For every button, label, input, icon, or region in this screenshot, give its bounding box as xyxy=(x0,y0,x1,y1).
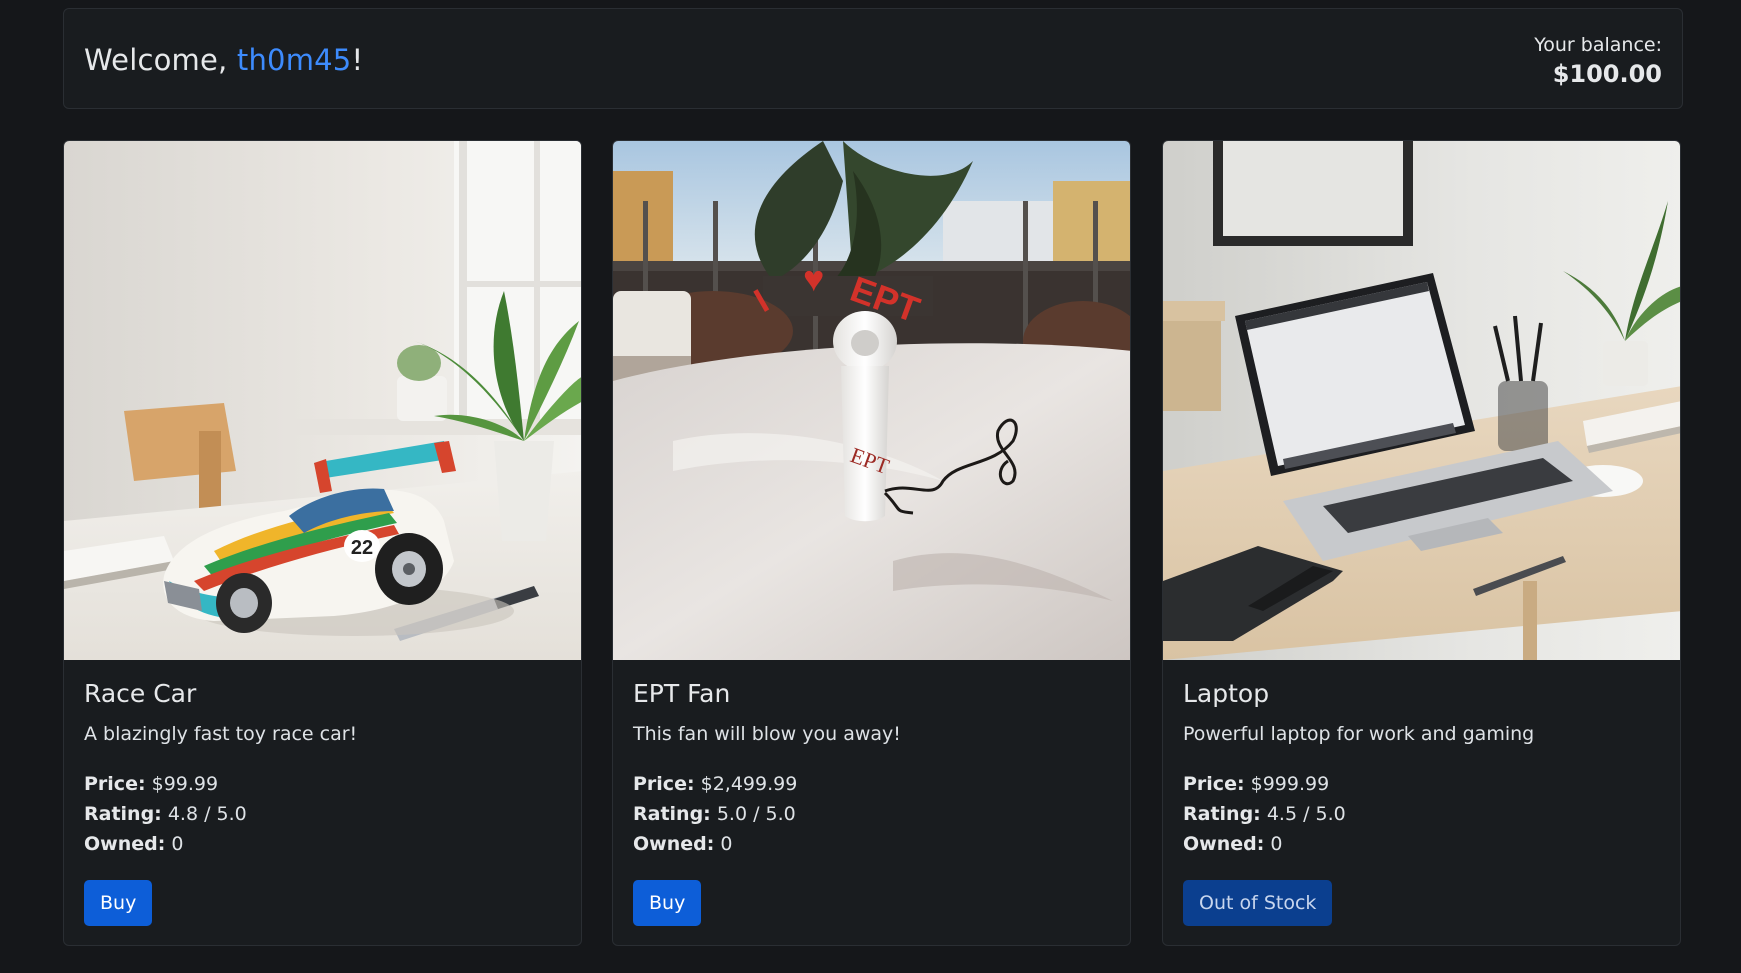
header-card: Welcome, th0m45! Your balance: $100.00 xyxy=(63,8,1683,109)
product-card-laptop: Laptop Powerful laptop for work and gami… xyxy=(1162,140,1681,946)
buy-button-ept-fan[interactable]: Buy xyxy=(633,880,702,926)
product-rating: Rating: 4.5 / 5.0 xyxy=(1183,803,1346,825)
username: th0m45 xyxy=(236,43,352,77)
rating-label: Rating: xyxy=(1183,803,1261,825)
product-description: This fan will blow you away! xyxy=(633,723,901,745)
product-price: Price: $2,499.99 xyxy=(633,773,797,795)
welcome-heading: Welcome, th0m45! xyxy=(84,43,363,77)
product-card-race-car: 22 Race Car A blazingly fast toy race ca… xyxy=(63,140,582,946)
balance-label: Your balance: xyxy=(1534,34,1662,56)
product-description: Powerful laptop for work and gaming xyxy=(1183,723,1535,745)
laptop-image xyxy=(1163,141,1680,660)
owned-value: 0 xyxy=(1270,833,1283,855)
product-owned: Owned: 0 xyxy=(633,833,732,855)
price-label: Price: xyxy=(633,773,695,795)
rating-label: Rating: xyxy=(84,803,162,825)
product-owned: Owned: 0 xyxy=(1183,833,1282,855)
welcome-suffix: ! xyxy=(351,43,364,77)
balance-block: Your balance: $100.00 xyxy=(1534,34,1662,88)
price-value: $2,499.99 xyxy=(700,773,798,795)
owned-label: Owned: xyxy=(633,833,715,855)
product-price: Price: $99.99 xyxy=(84,773,218,795)
owned-value: 0 xyxy=(171,833,184,855)
owned-label: Owned: xyxy=(84,833,166,855)
product-description: A blazingly fast toy race car! xyxy=(84,723,358,745)
price-value: $999.99 xyxy=(1250,773,1330,795)
balance-value: $100.00 xyxy=(1552,60,1662,88)
product-card-ept-fan: I ♥ EPT EPT EPT Fan This fan will blow y… xyxy=(612,140,1131,946)
product-owned: Owned: 0 xyxy=(84,833,183,855)
product-rating: Rating: 4.8 / 5.0 xyxy=(84,803,247,825)
page: Welcome, th0m45! Your balance: $100.00 2… xyxy=(0,0,1741,973)
rating-value: 4.5 / 5.0 xyxy=(1266,803,1346,825)
out-of-stock-button[interactable]: Out of Stock xyxy=(1183,880,1333,926)
product-price: Price: $999.99 xyxy=(1183,773,1329,795)
owned-label: Owned: xyxy=(1183,833,1265,855)
product-title: Laptop xyxy=(1183,679,1270,708)
svg-text:♥: ♥ xyxy=(803,258,824,299)
welcome-prefix: Welcome, xyxy=(84,43,237,77)
owned-value: 0 xyxy=(720,833,733,855)
race-car-image: 22 xyxy=(64,141,581,660)
product-title: Race Car xyxy=(84,679,197,708)
product-rating: Rating: 5.0 / 5.0 xyxy=(633,803,796,825)
car-number-text: 22 xyxy=(351,537,373,559)
rating-value: 4.8 / 5.0 xyxy=(167,803,247,825)
buy-button-race-car[interactable]: Buy xyxy=(84,880,153,926)
rating-label: Rating: xyxy=(633,803,711,825)
product-title: EPT Fan xyxy=(633,679,731,708)
price-value: $99.99 xyxy=(151,773,219,795)
price-label: Price: xyxy=(1183,773,1245,795)
price-label: Price: xyxy=(84,773,146,795)
rating-value: 5.0 / 5.0 xyxy=(716,803,796,825)
ept-fan-image: I ♥ EPT EPT xyxy=(613,141,1130,660)
